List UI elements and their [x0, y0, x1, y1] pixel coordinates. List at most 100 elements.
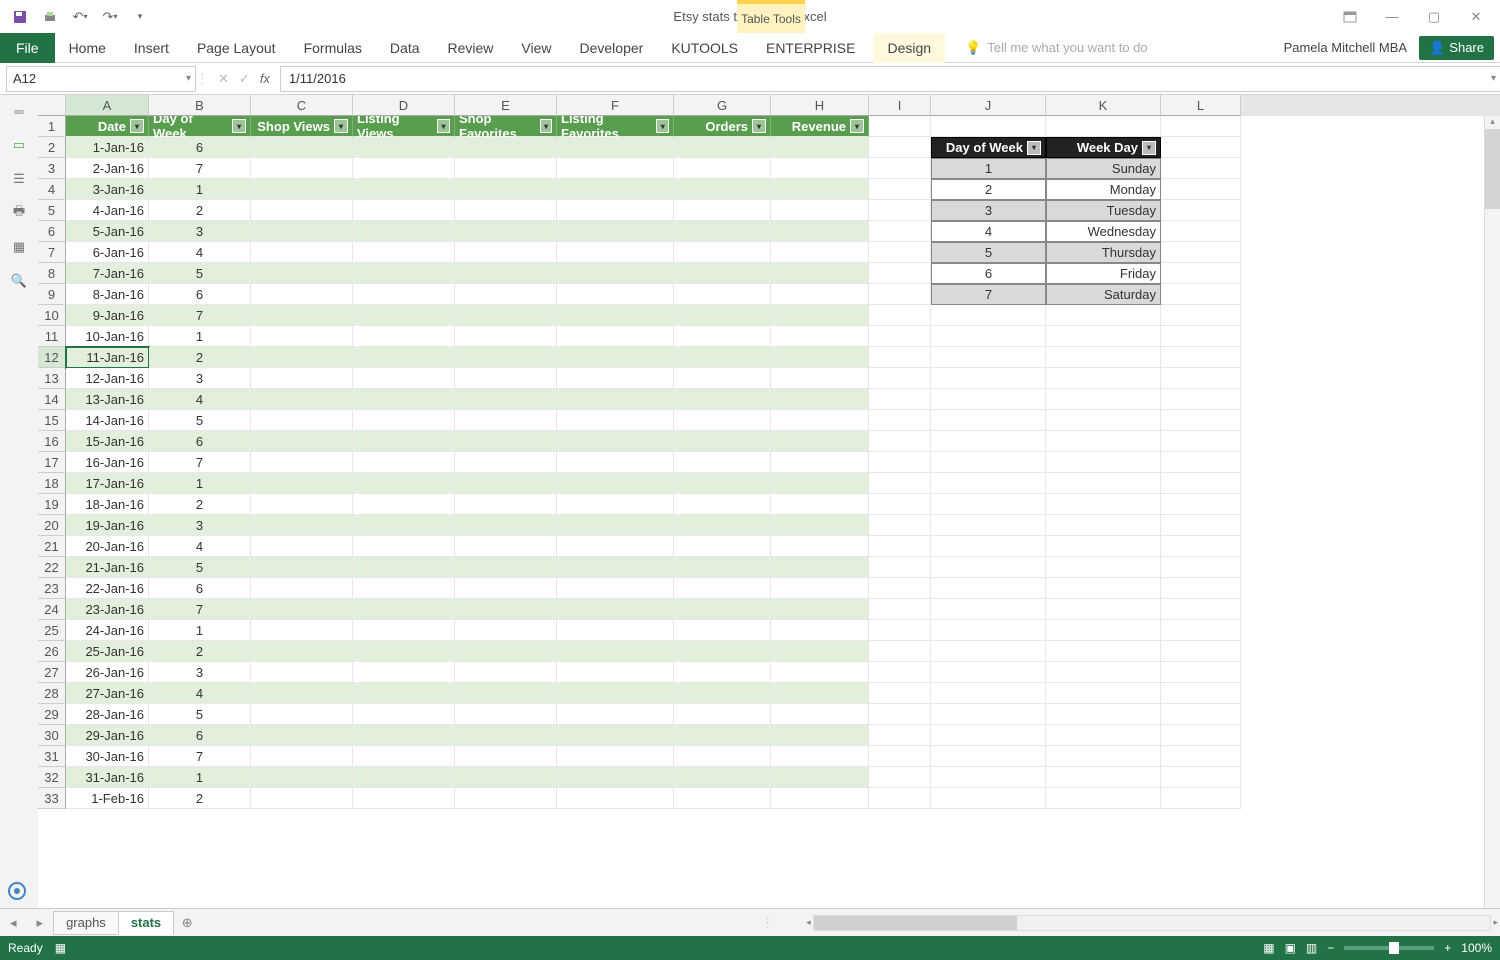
cell[interactable]: [557, 179, 674, 200]
cell-date[interactable]: 8-Jan-16: [66, 284, 149, 305]
name-box[interactable]: A12▾: [6, 66, 196, 92]
cell-date[interactable]: 22-Jan-16: [66, 578, 149, 599]
cell-date[interactable]: 15-Jan-16: [66, 431, 149, 452]
cell[interactable]: [455, 410, 557, 431]
cell[interactable]: [557, 389, 674, 410]
cell[interactable]: [251, 515, 353, 536]
cell-day-of-week[interactable]: 2: [149, 200, 251, 221]
row-header[interactable]: 2: [38, 137, 66, 158]
cell[interactable]: [771, 410, 869, 431]
cell[interactable]: [931, 662, 1046, 683]
cell[interactable]: [557, 347, 674, 368]
cell[interactable]: [1161, 158, 1241, 179]
cell-day-of-week[interactable]: 3: [149, 368, 251, 389]
cell[interactable]: [557, 263, 674, 284]
cell-day-of-week[interactable]: 7: [149, 452, 251, 473]
cell[interactable]: [455, 725, 557, 746]
cell[interactable]: [455, 158, 557, 179]
cell[interactable]: [771, 683, 869, 704]
tab-home[interactable]: Home: [55, 33, 120, 63]
cell[interactable]: [1046, 389, 1161, 410]
column-header-B[interactable]: B: [149, 95, 251, 116]
legend-cell[interactable]: 1: [931, 158, 1046, 179]
cell[interactable]: [674, 158, 771, 179]
cell-date[interactable]: 31-Jan-16: [66, 767, 149, 788]
cell[interactable]: [353, 431, 455, 452]
cell[interactable]: [869, 767, 931, 788]
redo-icon[interactable]: ↷ ▾: [98, 5, 122, 29]
cell[interactable]: [1161, 599, 1241, 620]
cell-date[interactable]: 28-Jan-16: [66, 704, 149, 725]
cell[interactable]: [1161, 473, 1241, 494]
column-header-L[interactable]: L: [1161, 95, 1241, 116]
legend-cell[interactable]: 7: [931, 284, 1046, 305]
view-normal-icon[interactable]: ▦: [1263, 941, 1274, 955]
cell[interactable]: [771, 515, 869, 536]
cell-date[interactable]: 24-Jan-16: [66, 620, 149, 641]
cell[interactable]: [1161, 683, 1241, 704]
column-header-C[interactable]: C: [251, 95, 353, 116]
legend-cell[interactable]: 4: [931, 221, 1046, 242]
row-header[interactable]: 14: [38, 389, 66, 410]
filter-dropdown-icon[interactable]: ▾: [540, 119, 552, 133]
cell[interactable]: [353, 263, 455, 284]
cell[interactable]: [869, 305, 931, 326]
cell[interactable]: [931, 704, 1046, 725]
table-header[interactable]: Date▾: [66, 116, 149, 137]
row-header[interactable]: 15: [38, 410, 66, 431]
legend-cell[interactable]: 3: [931, 200, 1046, 221]
cell[interactable]: [1161, 368, 1241, 389]
cell-day-of-week[interactable]: 3: [149, 221, 251, 242]
cell[interactable]: [251, 137, 353, 158]
cell[interactable]: [251, 494, 353, 515]
cell[interactable]: [251, 725, 353, 746]
cell[interactable]: [455, 515, 557, 536]
cell[interactable]: [353, 494, 455, 515]
cell[interactable]: [1161, 767, 1241, 788]
cell-date[interactable]: 6-Jan-16: [66, 242, 149, 263]
table-header[interactable]: Listing Favorites▾: [557, 116, 674, 137]
cell[interactable]: [455, 389, 557, 410]
cell[interactable]: [557, 305, 674, 326]
cell[interactable]: [869, 158, 931, 179]
cell[interactable]: [1161, 200, 1241, 221]
cell-date[interactable]: 21-Jan-16: [66, 557, 149, 578]
cell[interactable]: [1161, 641, 1241, 662]
cell-date[interactable]: 16-Jan-16: [66, 452, 149, 473]
cell-day-of-week[interactable]: 6: [149, 725, 251, 746]
cell[interactable]: [557, 641, 674, 662]
cell[interactable]: [931, 683, 1046, 704]
cell[interactable]: [674, 263, 771, 284]
sheet-tab-stats[interactable]: stats: [118, 911, 174, 935]
cell[interactable]: [1046, 662, 1161, 683]
cell[interactable]: [1046, 473, 1161, 494]
cell[interactable]: [869, 494, 931, 515]
zoom-slider[interactable]: [1344, 946, 1434, 950]
tab-kutools[interactable]: KUTOOLS: [657, 33, 752, 63]
cell[interactable]: [931, 788, 1046, 809]
cell[interactable]: [869, 788, 931, 809]
cell[interactable]: [353, 347, 455, 368]
tab-developer[interactable]: Developer: [566, 33, 658, 63]
cell[interactable]: [1161, 788, 1241, 809]
table-header[interactable]: Orders▾: [674, 116, 771, 137]
cell[interactable]: [353, 410, 455, 431]
cell[interactable]: [1161, 746, 1241, 767]
cell[interactable]: [771, 725, 869, 746]
view-page-break-icon[interactable]: ▥: [1306, 941, 1317, 955]
cell[interactable]: [455, 641, 557, 662]
cell[interactable]: [869, 557, 931, 578]
filter-dropdown-icon[interactable]: ▾: [752, 119, 766, 133]
column-header-D[interactable]: D: [353, 95, 455, 116]
cell-date[interactable]: 17-Jan-16: [66, 473, 149, 494]
cell[interactable]: [557, 536, 674, 557]
cell[interactable]: [674, 536, 771, 557]
row-header[interactable]: 10: [38, 305, 66, 326]
cell[interactable]: [1161, 305, 1241, 326]
cell-date[interactable]: 14-Jan-16: [66, 410, 149, 431]
cell[interactable]: [353, 599, 455, 620]
zoom-in-button[interactable]: +: [1444, 941, 1451, 955]
cell[interactable]: [353, 725, 455, 746]
cell[interactable]: [931, 725, 1046, 746]
cell[interactable]: [931, 116, 1046, 137]
